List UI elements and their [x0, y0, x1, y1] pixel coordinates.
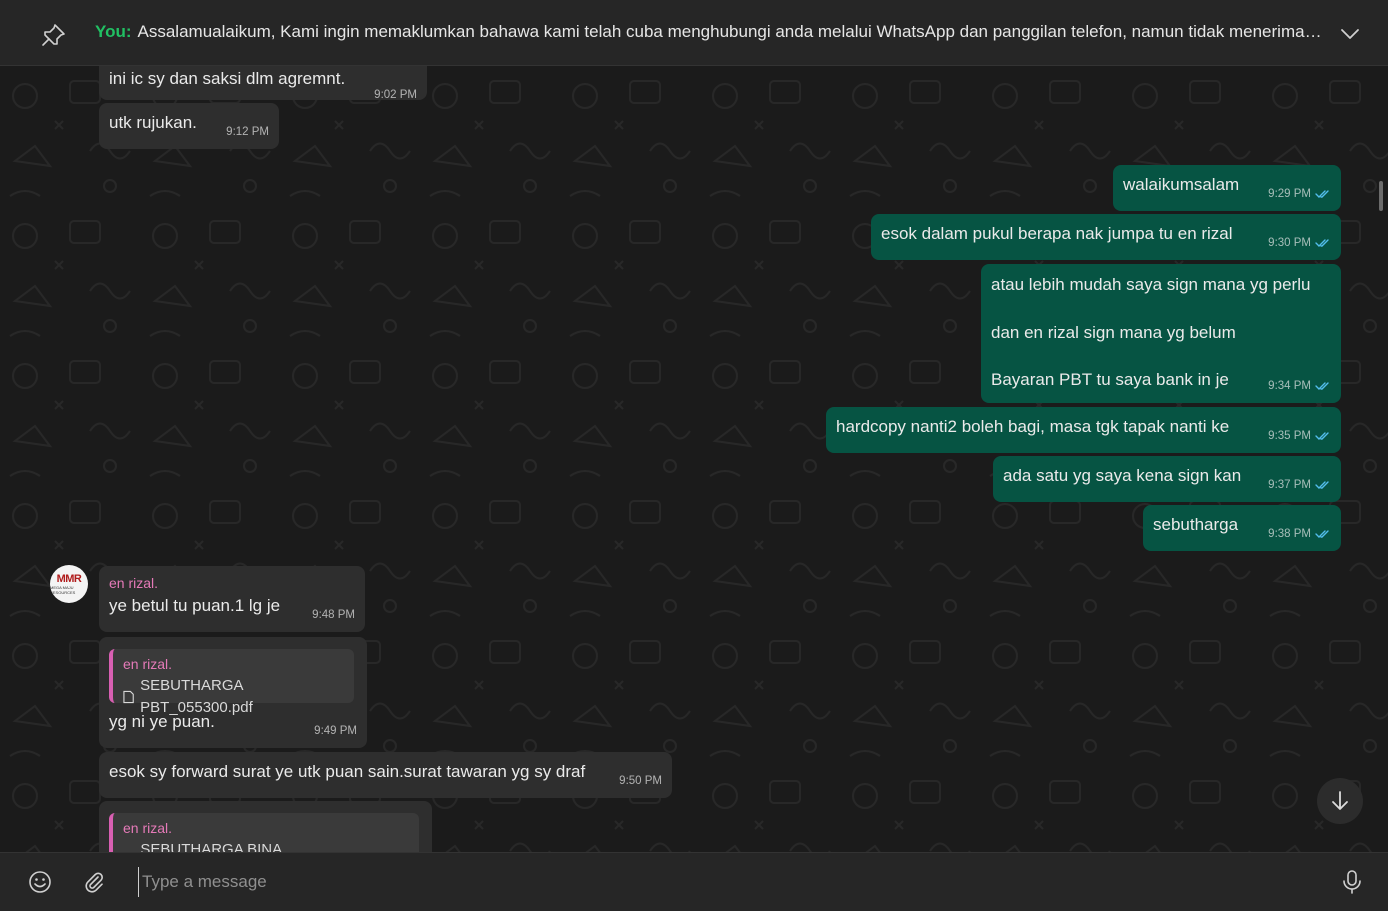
scroll-to-bottom-button[interactable]	[1317, 778, 1363, 824]
message-bubble-outgoing[interactable]: ada satu yg saya kena sign kan 9:37 PM	[993, 456, 1341, 502]
double-check-icon	[1315, 382, 1329, 390]
message-bubble-incoming[interactable]: utk rujukan. 9:12 PM	[99, 103, 279, 149]
avatar-logo-text: MMR	[56, 572, 82, 585]
message-time: 9:49 PM	[314, 725, 357, 737]
message-bubble-incoming[interactable]: en rizal. SEBUTHARGA PBT_055300.pdf yg n…	[99, 637, 367, 748]
double-check-icon	[1315, 481, 1329, 489]
pinned-message-body: Assalamualaikum, Kami ingin memaklumkan …	[137, 22, 1325, 41]
chat-messages-area[interactable]: ini ic sy dan saksi dlm agremnt. 9:02 PM…	[0, 66, 1388, 852]
message-composer	[0, 852, 1388, 911]
message-bubble-incoming[interactable]: en rizal. SEBUTHARGA BINA RUMAH_055254.p…	[99, 801, 432, 852]
pinned-message-text[interactable]: You: Assalamualaikum, Kami ingin memaklum…	[95, 22, 1325, 42]
message-bubble-outgoing[interactable]: esok dalam pukul berapa nak jumpa tu en …	[871, 214, 1341, 260]
message-time: 9:34 PM	[1268, 380, 1311, 392]
double-check-icon	[1315, 190, 1329, 198]
paperclip-icon[interactable]	[82, 870, 106, 894]
chat-scrollbar[interactable]	[1379, 181, 1383, 211]
quoted-document[interactable]: en rizal. SEBUTHARGA BINA RUMAH_055254.p…	[109, 813, 419, 852]
message-bubble-outgoing[interactable]: hardcopy nanti2 boleh bagi, masa tgk tap…	[826, 407, 1341, 453]
message-text: esok dalam pukul berapa nak jumpa tu en …	[881, 224, 1233, 243]
arrow-down-icon	[1332, 791, 1348, 810]
message-time: 9:38 PM	[1268, 528, 1311, 540]
message-time: 9:48 PM	[312, 609, 355, 621]
message-bubble-outgoing[interactable]: walaikumsalam 9:29 PM	[1113, 165, 1341, 211]
message-time: 9:50 PM	[619, 775, 662, 787]
double-check-icon	[1315, 530, 1329, 538]
pinned-sender-label: You:	[95, 22, 132, 41]
message-text: esok sy forward surat ye utk puan sain.s…	[109, 762, 586, 781]
message-line: atau lebih mudah saya sign mana yg perlu	[991, 275, 1311, 294]
emoji-icon[interactable]	[28, 870, 52, 894]
message-bubble-outgoing[interactable]: sebutharga 9:38 PM	[1143, 505, 1341, 551]
quoted-file-name: SEBUTHARGA PBT_055300.pdf	[140, 677, 253, 716]
quoted-sender-name: en rizal.	[123, 820, 173, 836]
double-check-icon	[1315, 432, 1329, 440]
pin-icon[interactable]	[40, 22, 68, 48]
pinned-message-banner[interactable]: You: Assalamualaikum, Kami ingin memaklum…	[0, 0, 1388, 66]
message-time: 9:30 PM	[1268, 237, 1311, 249]
message-sender-name: en rizal.	[109, 575, 159, 591]
message-time: 9:37 PM	[1268, 479, 1311, 491]
message-input[interactable]	[138, 867, 1288, 897]
message-bubble-incoming[interactable]: ini ic sy dan saksi dlm agremnt. 9:02 PM	[99, 66, 427, 101]
contact-avatar[interactable]: MMR MEGA MAJU RESOURCES	[50, 565, 88, 603]
microphone-icon[interactable]	[1341, 869, 1363, 895]
message-bubble-outgoing[interactable]: atau lebih mudah saya sign mana yg perlu…	[981, 264, 1341, 403]
message-time: 9:35 PM	[1268, 430, 1311, 442]
quoted-document[interactable]: en rizal. SEBUTHARGA PBT_055300.pdf	[109, 649, 354, 716]
message-text: ini ic sy dan saksi dlm agremnt.	[109, 69, 346, 88]
chevron-down-icon[interactable]	[1338, 24, 1362, 44]
document-icon	[123, 690, 134, 704]
message-time: 9:12 PM	[226, 126, 269, 138]
quoted-file-name: SEBUTHARGA BINA RUMAH_055254.pdf	[140, 841, 282, 852]
message-bubble-incoming[interactable]: en rizal. ye betul tu puan.1 lg je 9:48 …	[99, 566, 365, 632]
avatar-subtext: MEGA MAJU RESOURCES	[50, 584, 76, 595]
quoted-sender-name: en rizal.	[123, 656, 173, 672]
message-text: hardcopy nanti2 boleh bagi, masa tgk tap…	[836, 417, 1230, 436]
double-check-icon	[1315, 239, 1329, 247]
message-time: 9:29 PM	[1268, 188, 1311, 200]
message-line: dan en rizal sign mana yg belum	[991, 323, 1236, 342]
message-time: 9:02 PM	[374, 89, 417, 101]
message-bubble-incoming[interactable]: esok sy forward surat ye utk puan sain.s…	[99, 752, 672, 798]
